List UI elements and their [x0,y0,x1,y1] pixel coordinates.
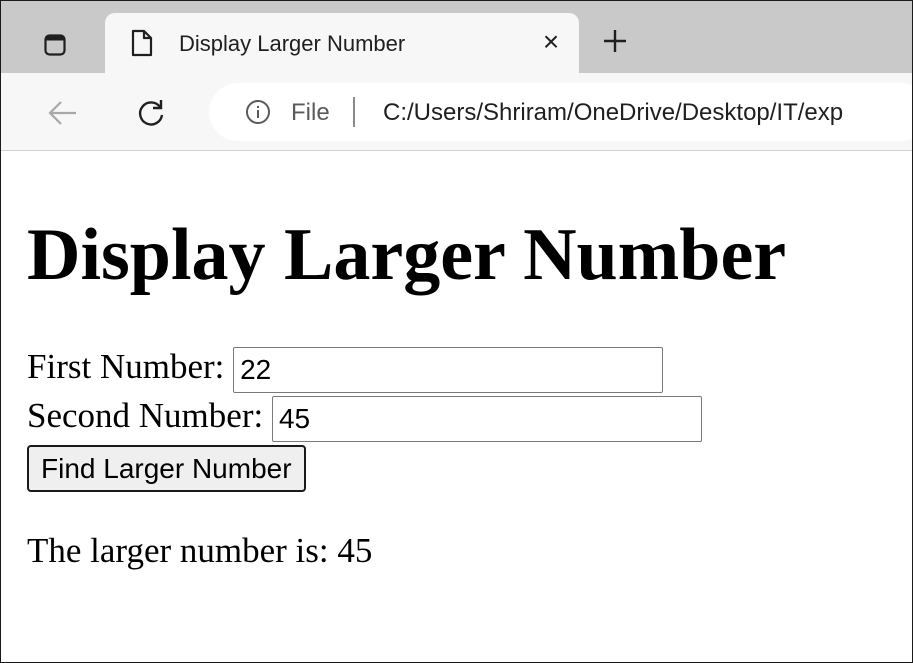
new-tab-icon[interactable] [595,19,635,63]
tab-actions-icon[interactable] [25,23,85,67]
tab-strip: Display Larger Number × [1,1,912,73]
active-tab[interactable]: Display Larger Number × [105,13,579,73]
browser-window: Display Larger Number × File C:/Users/Sh… [0,0,913,663]
close-tab-icon[interactable]: × [535,25,567,59]
url-text[interactable]: C:/Users/Shriram/OneDrive/Desktop/IT/exp [383,99,843,127]
first-number-row: First Number: [27,347,664,393]
result-text: The larger number is: 45 [27,531,373,570]
toolbar: File C:/Users/Shriram/OneDrive/Desktop/I… [1,73,912,151]
second-number-label: Second Number: [27,396,264,436]
second-number-row: Second Number: [27,396,702,442]
back-arrow-icon[interactable] [41,91,85,135]
reload-icon[interactable] [129,91,173,135]
second-number-input[interactable] [271,396,702,442]
first-number-input[interactable] [233,347,664,393]
address-bar[interactable]: File C:/Users/Shriram/OneDrive/Desktop/I… [209,83,912,141]
info-icon[interactable] [245,99,271,130]
page-content: Display Larger Number First Number: Seco… [1,151,912,662]
address-separator [353,97,355,127]
first-number-label: First Number: [27,347,225,387]
page-icon [131,29,153,62]
tab-title: Display Larger Number [179,31,406,56]
scheme-label: File [291,99,330,126]
find-larger-button[interactable]: Find Larger Number [27,445,306,492]
page-heading: Display Larger Number [27,214,787,296]
